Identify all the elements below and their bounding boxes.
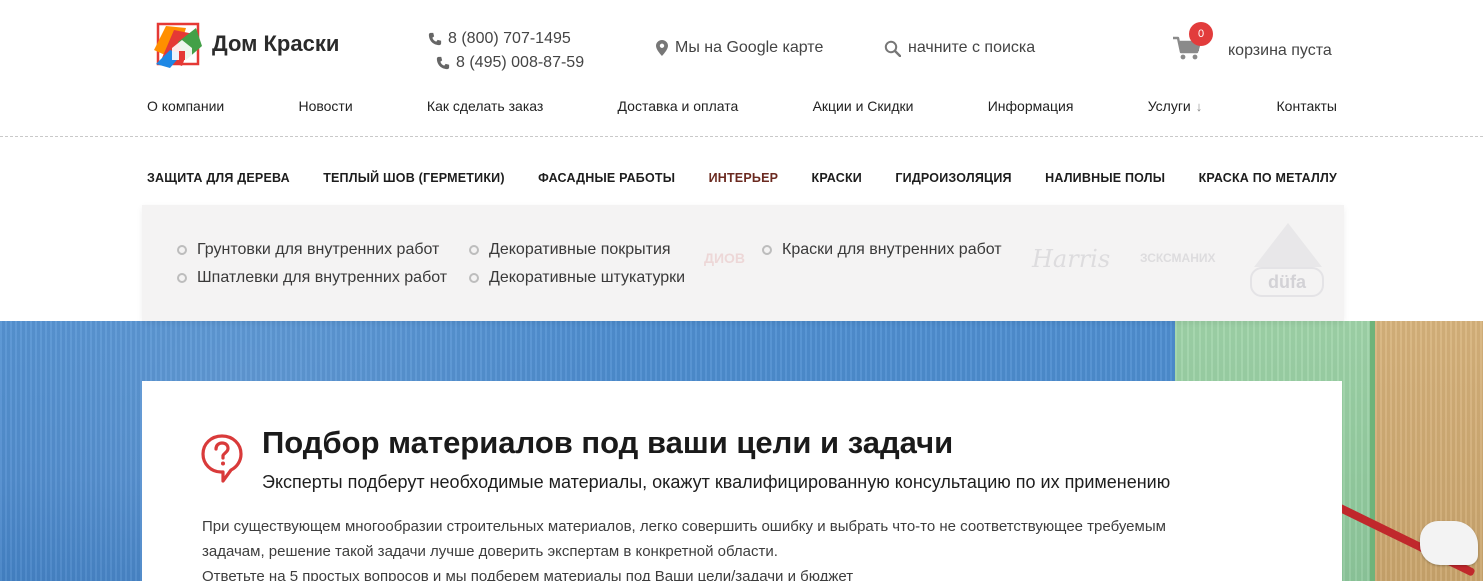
dropdown-item-label: Декоративные штукатурки (489, 269, 686, 286)
category-wood-protection[interactable]: ЗАЩИТА ДЛЯ ДЕРЕВА (147, 171, 290, 185)
bullet-icon (469, 273, 479, 283)
question-bubble-icon (201, 434, 243, 483)
dropdown-item-decorative-coatings[interactable]: Декоративные покрытия (469, 236, 685, 264)
nav-item-about[interactable]: О компании (147, 98, 224, 114)
brand-logo-dufa: düfa (1248, 223, 1328, 303)
map-pin-icon (656, 40, 668, 56)
dropdown-column-2: Декоративные покрытия Декоративные штука… (469, 236, 685, 292)
card-text-line-2: задачам, решение такой задачи лучше дове… (202, 543, 778, 560)
google-map-link[interactable]: Мы на Google карте (656, 39, 823, 57)
bullet-icon (469, 245, 479, 255)
phone-row-2[interactable]: 8 (495) 008-87-59 (436, 51, 584, 75)
nav-item-delivery[interactable]: Доставка и оплата (618, 98, 739, 114)
card-title: Подбор материалов под ваши цели и задачи (262, 425, 954, 460)
nav-item-promotions[interactable]: Акции и Скидки (813, 98, 914, 114)
category-waterproofing[interactable]: ГИДРОИЗОЛЯЦИЯ (895, 171, 1011, 185)
interior-dropdown-menu: ДИОВ Harris ЗСКСМАНИХ düfa Грунтовки для… (142, 205, 1344, 321)
map-link-label: Мы на Google карте (675, 39, 824, 56)
search-input[interactable]: начните с поиска (884, 39, 1035, 57)
dufa-triangle (1254, 223, 1322, 267)
main-navigation: О компании Новости Как сделать заказ Дос… (147, 98, 1337, 114)
bullet-icon (177, 273, 187, 283)
category-navigation: ЗАЩИТА ДЛЯ ДЕРЕВА ТЕПЛЫЙ ШОВ (ГЕРМЕТИКИ)… (147, 171, 1337, 185)
card-subtitle: Эксперты подберут необходимые материалы,… (262, 472, 1171, 492)
arrow-down-icon: ↓ (1195, 99, 1203, 114)
logo-text: Дом Краски (212, 31, 340, 56)
cart-count-badge: 0 (1189, 22, 1213, 46)
dropdown-item-interior-paints[interactable]: Краски для внутренних работ (762, 236, 1002, 264)
nav-item-contacts[interactable]: Контакты (1277, 98, 1337, 114)
nav-item-services-label: Услуги (1147, 98, 1191, 114)
category-paints[interactable]: КРАСКИ (812, 171, 862, 185)
search-placeholder: начните с поиска (908, 39, 1036, 56)
phone-row-1[interactable]: 8 (800) 707-1495 (428, 27, 584, 51)
bullet-icon (762, 245, 772, 255)
phone-list: 8 (800) 707-1495 8 (495) 008-87-59 (428, 27, 584, 75)
bullet-icon (177, 245, 187, 255)
card-description: При существующем многообразии строительн… (202, 514, 1302, 581)
card-text-line-3: Ответьте на 5 простых вопросов и мы подб… (202, 568, 854, 581)
brand-logo-faded: ЗСКСМАНИХ (1140, 251, 1216, 265)
search-icon (884, 40, 901, 57)
phone-number-1[interactable]: 8 (800) 707-1495 (448, 27, 571, 51)
category-facade[interactable]: ФАСАДНЫЕ РАБОТЫ (538, 171, 675, 185)
dufa-word: düfa (1250, 267, 1324, 297)
category-warm-seam[interactable]: ТЕПЛЫЙ ШОВ (ГЕРМЕТИКИ) (323, 171, 505, 185)
cart-status-label: корзина пуста (1228, 42, 1332, 59)
hand-glove-image (1420, 521, 1478, 565)
logo-house-icon (154, 22, 202, 68)
nav-item-services[interactable]: Услуги ↓ (1148, 98, 1203, 114)
dropdown-item-primers[interactable]: Грунтовки для внутренних работ (177, 236, 447, 264)
dropdown-column-1: Грунтовки для внутренних работ Шпатлевки… (177, 236, 447, 292)
phone-number-2[interactable]: 8 (495) 008-87-59 (456, 51, 584, 75)
category-self-leveling-floors[interactable]: НАЛИВНЫЕ ПОЛЫ (1045, 171, 1165, 185)
nav-item-information[interactable]: Информация (988, 98, 1074, 114)
brand-logo-faded: ДИОВ (704, 250, 746, 266)
dropdown-item-label: Краски для внутренних работ (782, 241, 1002, 258)
category-metal-paint[interactable]: КРАСКА ПО МЕТАЛЛУ (1199, 171, 1337, 185)
phone-icon (436, 56, 450, 70)
dropdown-item-label: Шпатлевки для внутренних работ (197, 269, 448, 286)
dropdown-item-decorative-plaster[interactable]: Декоративные штукатурки (469, 264, 685, 292)
logo[interactable]: Дом Краски (152, 20, 339, 70)
dropdown-item-label: Грунтовки для внутренних работ (197, 241, 440, 258)
category-interior[interactable]: ИНТЕРЬЕР (709, 171, 779, 185)
dropdown-column-3: Краски для внутренних работ (762, 236, 1002, 264)
nav-item-news[interactable]: Новости (298, 98, 352, 114)
cart[interactable]: 0 корзина пуста (1172, 22, 1342, 72)
dropdown-item-putty[interactable]: Шпатлевки для внутренних работ (177, 264, 447, 292)
phone-icon (428, 32, 442, 46)
card-text-line-1: При существующем многообразии строительн… (202, 518, 1166, 535)
material-selection-card: Подбор материалов под ваши цели и задачи… (142, 381, 1342, 581)
nav-divider (0, 136, 1483, 137)
brand-logo-harris: Harris (1032, 245, 1111, 273)
dropdown-item-label: Декоративные покрытия (489, 241, 671, 258)
nav-item-how-to-order[interactable]: Как сделать заказ (427, 98, 543, 114)
